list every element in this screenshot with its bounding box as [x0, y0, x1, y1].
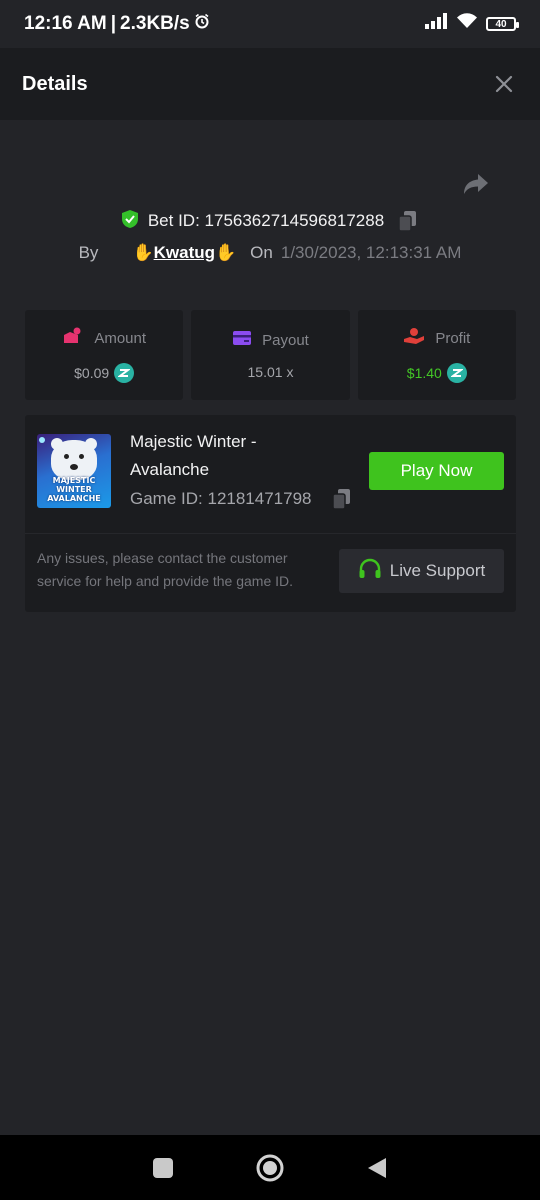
bet-stats: Amount $0.09 Payout 15.01 x Profit $1.40 [25, 310, 516, 400]
copy-icon[interactable] [398, 210, 420, 232]
wifi-icon [456, 13, 478, 35]
status-separator: | [110, 13, 117, 34]
on-label: On [250, 243, 273, 262]
home-icon[interactable] [250, 1148, 290, 1188]
status-time: 12:16 AM [24, 13, 107, 34]
help-text: Any issues, please contact the customer … [37, 550, 294, 589]
bet-id-row: Bet ID: 1756362714596817288 [0, 208, 540, 234]
bet-datetime: 1/30/2023, 12:13:31 AM [280, 243, 462, 262]
divider [25, 533, 516, 534]
live-support-label: Live Support [389, 561, 486, 580]
signal-icon [424, 13, 448, 35]
bet-id-label: Bet ID: [147, 211, 200, 230]
close-icon[interactable] [490, 70, 518, 98]
game-card: MAJESTIC WINTER AVALANCHE Majestic Winte… [25, 415, 516, 612]
payout-label: Payout [262, 331, 309, 349]
battery-icon: 40 [486, 17, 519, 31]
recent-apps-icon[interactable] [143, 1148, 183, 1188]
hand-emoji-icon: ✋ [215, 243, 237, 262]
coin-icon [446, 363, 467, 383]
game-name: Majestic Winter - Avalanche [130, 432, 257, 479]
coin-icon [114, 363, 135, 383]
back-icon[interactable] [357, 1148, 397, 1188]
payout-card: Payout 15.01 x [191, 310, 350, 400]
amount-icon [62, 327, 84, 349]
status-network-speed: 2.3KB/s [120, 13, 190, 34]
card-icon [232, 330, 252, 350]
amount-value: $0.09 [74, 365, 110, 381]
game-id-value: 12181471798 [207, 489, 312, 508]
bet-by-row: By ✋Kwatug✋ On 1/30/2023, 12:13:31 AM [0, 240, 540, 266]
profit-card: Profit $1.40 [357, 310, 516, 400]
payout-value: 15.01 x [247, 364, 294, 380]
username-text: Kwatug [153, 243, 215, 262]
username-link[interactable]: ✋Kwatug✋ [132, 243, 236, 263]
thumbnail-caption: MAJESTIC WINTER AVALANCHE [47, 476, 101, 503]
profit-icon [403, 327, 425, 349]
game-id-row: Game ID: 12181471798 [130, 488, 354, 510]
polar-bear-image [51, 440, 97, 480]
details-header: Details [0, 48, 540, 120]
by-label: By [78, 243, 99, 262]
hand-emoji-icon: ✋ [132, 243, 154, 262]
status-bar: 12:16 AM | 2.3KB/s 40 [0, 0, 540, 48]
play-now-button[interactable]: Play Now [369, 452, 504, 490]
game-thumbnail[interactable]: MAJESTIC WINTER AVALANCHE [37, 434, 111, 508]
copy-icon[interactable] [331, 488, 354, 510]
verified-shield-icon [120, 209, 140, 234]
amount-label: Amount [94, 329, 147, 347]
system-nav-bar [0, 1135, 540, 1200]
bet-id-value: 1756362714596817288 [204, 211, 385, 230]
amount-card: Amount $0.09 [25, 310, 184, 400]
profit-label: Profit [435, 329, 471, 347]
share-icon[interactable] [462, 172, 492, 198]
profit-value: $1.40 [406, 365, 442, 381]
game-id-label: Game ID: [130, 489, 203, 508]
page-title: Details [22, 72, 88, 95]
alarm-icon [194, 13, 210, 35]
live-support-button[interactable]: Live Support [339, 549, 504, 593]
battery-level: 40 [495, 18, 507, 30]
headset-icon [358, 558, 382, 585]
